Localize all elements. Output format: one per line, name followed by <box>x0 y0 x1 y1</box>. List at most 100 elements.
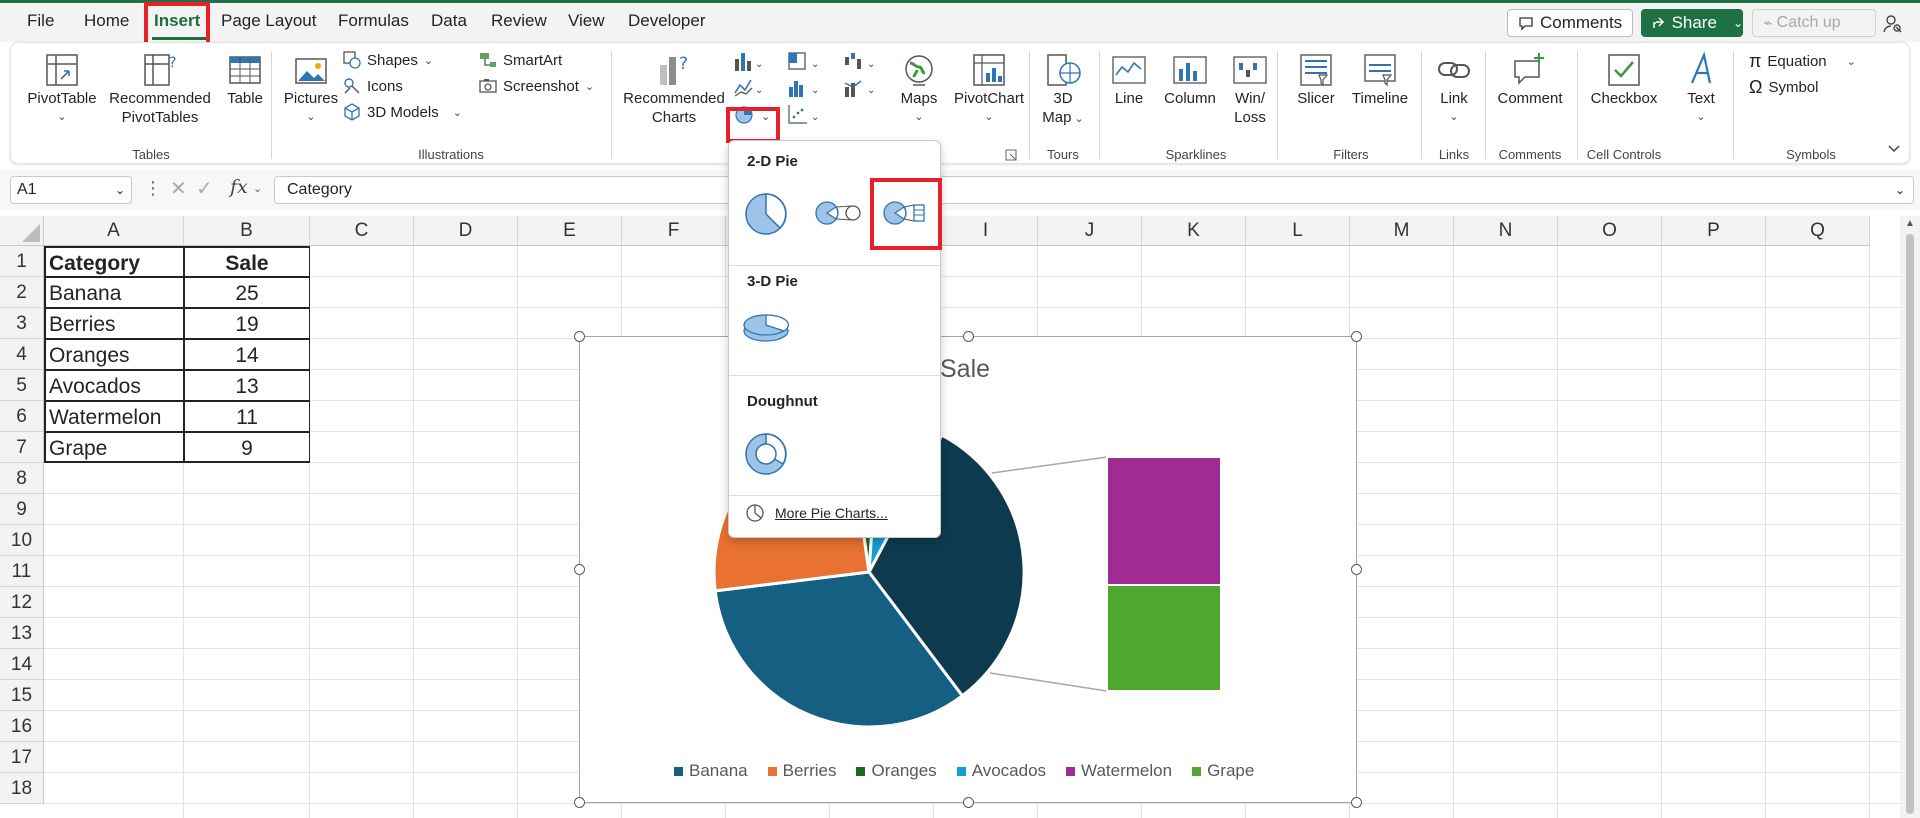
column-header-i[interactable]: I <box>934 216 1038 246</box>
resize-handle[interactable] <box>963 797 974 808</box>
3d-map-button[interactable]: 3D Map ⌄ <box>1033 51 1093 129</box>
line-chart-icon[interactable]: ⌄ <box>733 77 765 99</box>
table-cell-sale[interactable]: 9 <box>184 432 310 463</box>
column-header-p[interactable]: P <box>1662 216 1766 246</box>
column-header-f[interactable]: F <box>622 216 726 246</box>
symbol-button[interactable]: Ω Symbol <box>1749 77 1819 98</box>
dialog-launcher-icon[interactable] <box>1005 149 1017 161</box>
combo-chart-icon[interactable]: ⌄ <box>843 77 877 99</box>
select-all-corner[interactable] <box>0 216 44 246</box>
column-header-c[interactable]: C <box>310 216 414 246</box>
pie-of-pie-chart[interactable]: Sale Banana Berries Oranges Avocados Waterme… <box>574 331 1362 808</box>
scrollbar-thumb[interactable] <box>1906 234 1914 814</box>
tab-file[interactable]: File <box>27 11 54 31</box>
column-header-q[interactable]: Q <box>1766 216 1870 246</box>
tab-view[interactable]: View <box>568 11 605 31</box>
more-options-icon[interactable]: ⋮ <box>144 178 162 199</box>
row-header-2[interactable]: 2 <box>0 277 44 308</box>
comments-button[interactable]: Comments <box>1507 9 1633 37</box>
column-header-a[interactable]: A <box>44 216 184 246</box>
legend-item[interactable]: Grape <box>1192 761 1254 781</box>
table-cell-category[interactable]: Berries <box>44 308 184 339</box>
row-header-1[interactable]: 1 <box>0 246 44 277</box>
table-cell-sale[interactable]: 25 <box>184 277 310 308</box>
icons-button[interactable]: Icons <box>343 77 403 95</box>
catch-up-button[interactable]: ⌁ Catch up <box>1752 9 1876 37</box>
row-header-13[interactable]: 13 <box>0 618 44 649</box>
resize-handle[interactable] <box>1351 797 1362 808</box>
chevron-down-icon[interactable] <box>1887 143 1901 155</box>
table-cell-category[interactable]: Grape <box>44 432 184 463</box>
scatter-chart-icon[interactable]: ⌄ <box>787 103 821 127</box>
checkbox-button[interactable]: Checkbox <box>1583 51 1665 108</box>
sparkline-column-button[interactable]: Column <box>1159 51 1221 108</box>
3d-pie-option-icon[interactable] <box>741 309 791 349</box>
hierarchy-chart-icon[interactable]: ⌄ <box>787 51 821 73</box>
secondary-bar-grape[interactable] <box>1106 584 1222 692</box>
row-header-18[interactable]: 18 <box>0 773 44 804</box>
table-cell-sale[interactable]: 11 <box>184 401 310 432</box>
tab-developer[interactable]: Developer <box>628 11 706 31</box>
row-header-10[interactable]: 10 <box>0 525 44 556</box>
resize-handle[interactable] <box>574 797 585 808</box>
table-cell-sale[interactable]: 13 <box>184 370 310 401</box>
cell-a1[interactable]: Category <box>44 246 184 277</box>
doughnut-option-icon[interactable] <box>743 431 789 477</box>
person-search-icon[interactable] <box>1882 13 1904 35</box>
resize-handle[interactable] <box>1351 331 1362 342</box>
vertical-scrollbar[interactable]: ▲ <box>1900 216 1920 818</box>
resize-handle[interactable] <box>963 331 974 342</box>
row-header-11[interactable]: 11 <box>0 556 44 587</box>
pivotchart-button[interactable]: PivotChart ⌄ <box>951 51 1027 127</box>
row-header-14[interactable]: 14 <box>0 649 44 680</box>
table-button[interactable]: Table <box>217 51 273 108</box>
row-header-17[interactable]: 17 <box>0 742 44 773</box>
column-header-m[interactable]: M <box>1350 216 1454 246</box>
legend-item[interactable]: Banana <box>674 761 748 781</box>
legend-item[interactable]: Watermelon <box>1066 761 1172 781</box>
formula-input[interactable]: Category ⌄ <box>274 176 1914 204</box>
row-header-12[interactable]: 12 <box>0 587 44 618</box>
legend-item[interactable]: Oranges <box>856 761 937 781</box>
secondary-bar-watermelon[interactable] <box>1106 456 1222 586</box>
row-header-6[interactable]: 6 <box>0 401 44 432</box>
link-button[interactable]: Link ⌄ <box>1429 51 1479 127</box>
table-cell-category[interactable]: Banana <box>44 277 184 308</box>
tab-page-layout[interactable]: Page Layout <box>221 11 316 31</box>
column-header-j[interactable]: J <box>1038 216 1142 246</box>
row-header-4[interactable]: 4 <box>0 339 44 370</box>
pie-of-pie-option-icon[interactable] <box>813 199 863 229</box>
slicer-button[interactable]: Slicer <box>1289 51 1343 108</box>
column-chart-icon[interactable]: ⌄ <box>733 51 765 73</box>
legend-item[interactable]: Berries <box>767 761 836 781</box>
resize-handle[interactable] <box>574 331 585 342</box>
tab-formulas[interactable]: Formulas <box>338 11 409 31</box>
column-header-l[interactable]: L <box>1246 216 1350 246</box>
resize-handle[interactable] <box>1351 564 1362 575</box>
column-header-d[interactable]: D <box>414 216 518 246</box>
legend-item[interactable]: Avocados <box>956 761 1046 781</box>
row-header-16[interactable]: 16 <box>0 711 44 742</box>
chevron-down-icon[interactable]: ⌄ <box>1733 16 1743 30</box>
enter-icon[interactable]: ✓ <box>196 176 213 201</box>
3d-models-button[interactable]: 3D Models ⌄ <box>343 103 462 121</box>
table-cell-category[interactable]: Avocados <box>44 370 184 401</box>
cancel-icon[interactable]: ✕ <box>170 176 187 201</box>
timeline-button[interactable]: Timeline <box>1345 51 1415 108</box>
recommended-charts-button[interactable]: ? Recommended Charts <box>619 51 729 127</box>
chart-legend[interactable]: Banana Berries Oranges Avocados Watermelon Gr… <box>674 761 1254 781</box>
maps-button[interactable]: Maps ⌄ <box>887 51 951 127</box>
pictures-button[interactable]: Pictures ⌄ <box>281 51 341 127</box>
chevron-down-icon[interactable]: ⌄ <box>253 182 262 195</box>
row-header-7[interactable]: 7 <box>0 432 44 463</box>
table-cell-sale[interactable]: 14 <box>184 339 310 370</box>
column-header-b[interactable]: B <box>184 216 310 246</box>
row-header-3[interactable]: 3 <box>0 308 44 339</box>
row-header-8[interactable]: 8 <box>0 463 44 494</box>
tab-review[interactable]: Review <box>491 11 547 31</box>
equation-button[interactable]: π Equation ⌄ <box>1749 51 1856 72</box>
screenshot-button[interactable]: Screenshot ⌄ <box>479 77 594 95</box>
column-header-k[interactable]: K <box>1142 216 1246 246</box>
name-box[interactable]: A1 ⌄ <box>10 176 132 204</box>
row-header-15[interactable]: 15 <box>0 680 44 711</box>
